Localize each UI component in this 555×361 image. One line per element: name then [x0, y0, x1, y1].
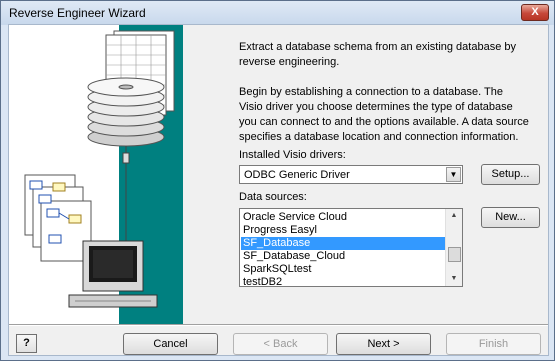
scroll-thumb[interactable]	[448, 247, 461, 262]
title-bar[interactable]: Reverse Engineer Wizard X	[1, 1, 554, 25]
diagram-sheets-icon	[24, 174, 92, 262]
scroll-up-icon[interactable]: ▲	[446, 209, 462, 223]
footer-divider	[9, 324, 548, 326]
driver-dropdown[interactable]: ODBC Generic Driver ▼	[239, 165, 463, 184]
scroll-down-icon[interactable]: ▼	[446, 272, 462, 286]
wizard-window: Reverse Engineer Wizard X Extract a data…	[0, 0, 555, 361]
list-item-selected[interactable]: SF_Database	[241, 237, 448, 250]
list-item[interactable]: testDB2	[241, 276, 448, 286]
setup-button[interactable]: Setup...	[481, 164, 540, 185]
finish-button[interactable]: Finish	[446, 333, 541, 355]
list-scrollbar[interactable]: ▲ ▼	[445, 209, 462, 286]
window-title: Reverse Engineer Wizard	[9, 6, 146, 20]
chevron-down-icon[interactable]: ▼	[446, 167, 461, 182]
new-data-source-button[interactable]: New...	[481, 207, 540, 228]
driver-dropdown-value: ODBC Generic Driver	[244, 169, 350, 181]
list-item[interactable]: SparkSQLtest	[241, 263, 448, 276]
description-text: Begin by establishing a connection to a …	[239, 86, 529, 143]
disk-stack-icon	[87, 77, 165, 147]
next-button[interactable]: Next >	[336, 333, 431, 355]
drivers-label: Installed Visio drivers:	[239, 149, 346, 161]
cable-icon	[122, 146, 130, 255]
back-button[interactable]: < Back	[233, 333, 328, 355]
data-sources-list[interactable]: Oracle Service Cloud Progress Easyl SF_D…	[239, 208, 463, 287]
list-item[interactable]: SF_Database_Cloud	[241, 250, 448, 263]
data-sources-label: Data sources:	[239, 191, 307, 203]
list-item[interactable]: Oracle Service Cloud	[241, 211, 448, 224]
intro-text: Extract a database schema from an existi…	[239, 41, 516, 68]
wizard-content: Extract a database schema from an existi…	[183, 25, 548, 324]
close-button[interactable]: X	[521, 4, 549, 21]
cancel-button[interactable]: Cancel	[123, 333, 218, 355]
list-item[interactable]: Progress Easyl	[241, 224, 448, 237]
wizard-body: Extract a database schema from an existi…	[8, 24, 549, 356]
help-button[interactable]: ?	[16, 334, 37, 353]
wizard-illustration	[9, 25, 183, 324]
database-illustration	[24, 30, 175, 308]
